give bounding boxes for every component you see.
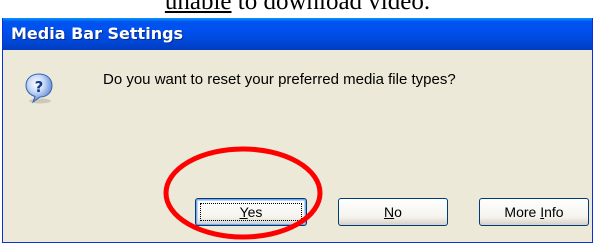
question-icon: ? (25, 73, 53, 104)
underlined-word: unable (164, 0, 232, 15)
document-text-fragment: unable to download video. (0, 0, 595, 18)
no-button[interactable]: No (338, 198, 448, 226)
no-button-accelerator: N (384, 204, 395, 220)
more-info-button-prefix: More (504, 204, 541, 220)
more-info-button-label: nfo (544, 204, 564, 220)
no-button-label: o (394, 204, 402, 220)
dialog-message: Do you want to reset your preferred medi… (103, 71, 456, 88)
dialog-title: Media Bar Settings (11, 24, 184, 43)
svg-text:?: ? (35, 78, 44, 96)
red-circle-annotation (163, 146, 323, 240)
title-bar[interactable]: Media Bar Settings (3, 18, 592, 50)
document-text-rest: to download video. (231, 0, 431, 15)
more-info-button[interactable]: More Info (479, 198, 589, 226)
